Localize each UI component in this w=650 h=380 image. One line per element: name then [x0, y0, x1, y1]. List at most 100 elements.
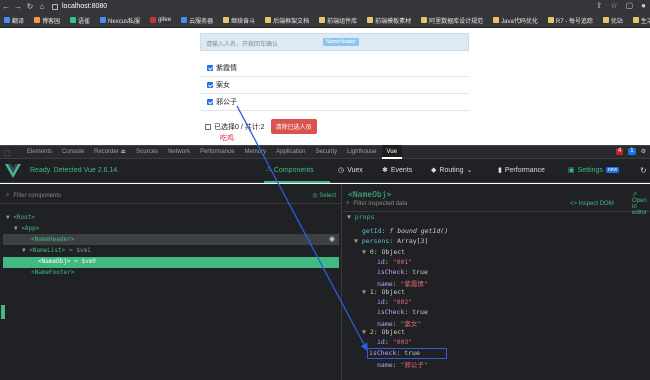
collapse-arrow-icon[interactable]: ▼: [14, 225, 18, 232]
collapse-arrow-icon: ▼: [362, 248, 366, 256]
tab-network[interactable]: Network: [163, 145, 195, 159]
tab-routing[interactable]: ◆ Routing ⌄: [431, 166, 472, 175]
tree-node-app[interactable]: ▼ <App>: [14, 225, 39, 232]
field-value: "案女": [400, 320, 422, 328]
tab-application[interactable]: Application: [271, 145, 310, 159]
tab-memory[interactable]: Memory: [239, 145, 271, 159]
select-all-checkbox[interactable]: [205, 123, 211, 130]
list-item[interactable]: 邪公子: [207, 97, 237, 107]
divider: [200, 93, 469, 94]
tab-routing-label: Routing: [439, 166, 464, 174]
open-in-editor-button[interactable]: ↗ Open in editor: [632, 191, 650, 216]
bookmark-item[interactable]: 继续奋斗: [223, 16, 255, 25]
bookmark-item[interactable]: 生活: [632, 16, 650, 25]
field-id: id: "001": [377, 258, 413, 266]
tab-recorder[interactable]: Recorder ⏏: [89, 145, 131, 159]
bookmark-label: 生活: [640, 18, 650, 25]
tab-elements[interactable]: Elements: [22, 145, 57, 159]
bookmark-item[interactable]: R7 - 每号追踪: [547, 16, 593, 25]
prop-getid[interactable]: getId: f bound getId(): [362, 227, 448, 235]
bookmark-folder-icon: [547, 17, 554, 23]
error-count-badge[interactable]: 4: [615, 148, 624, 155]
list-item[interactable]: 紫霞情: [207, 63, 237, 73]
bookmark-folder-icon: [150, 17, 157, 23]
forward-arrow-icon[interactable]: →: [12, 2, 24, 11]
props-section-header[interactable]: ▼ props: [347, 213, 374, 221]
info-count-badge[interactable]: 1: [628, 148, 636, 155]
tab-events[interactable]: ✱ Events: [382, 166, 412, 175]
filter-inspected-input[interactable]: Filter inspected data: [353, 201, 407, 207]
tab-lighthouse[interactable]: Lighthouse: [342, 145, 381, 159]
prop-persons[interactable]: ▼ persons: Array[3]: [354, 237, 428, 245]
tree-node-namefooter[interactable]: <NameFooter>: [31, 269, 74, 276]
field-ischeck[interactable]: isCheck: true: [377, 268, 428, 276]
bookmark-item[interactable]: gitee: [150, 17, 171, 23]
inspect-dom-button[interactable]: <> Inspect DOM: [570, 201, 614, 207]
component-tree-panel: [0, 184, 342, 380]
tab-console[interactable]: Console: [57, 145, 89, 159]
list-item[interactable]: 案女: [207, 80, 230, 90]
bookmark-item[interactable]: 前端模板素材: [367, 16, 411, 25]
bookmark-item[interactable]: Nexcus私服: [100, 16, 140, 25]
star-icon[interactable]: ☆: [610, 1, 617, 10]
devtools-tabbar: ⬚ Elements Console Recorder ⏏ Sources Ne…: [0, 145, 650, 159]
bookmark-label: gitee: [158, 17, 172, 23]
tree-node-nameheader[interactable]: <NameHeader>: [31, 236, 74, 243]
bookmark-item[interactable]: 阿里数据库设计规范: [421, 16, 483, 25]
bookmark-item[interactable]: 博客园: [34, 16, 60, 25]
settings-gear-icon[interactable]: ⚙: [641, 148, 646, 155]
bookmark-item[interactable]: 优站: [602, 16, 623, 25]
tab-vuex[interactable]: ◷ Vuex: [338, 166, 363, 175]
checkbox[interactable]: [207, 82, 213, 88]
tab-sources[interactable]: Sources: [131, 145, 163, 159]
field-value: "003": [392, 338, 413, 346]
share-icon[interactable]: ⇪: [596, 1, 603, 10]
bookmark-item[interactable]: 前端组件库: [319, 16, 357, 25]
address-bar[interactable]: localhost:8080: [52, 3, 107, 10]
bookmark-item[interactable]: Java代码优化: [493, 16, 538, 25]
tab-components[interactable]: ⛬ Components: [266, 166, 314, 174]
annotation-highlight-box: [367, 348, 447, 359]
array-item[interactable]: ▼ 2: Object: [362, 328, 405, 336]
home-icon[interactable]: ⌂: [36, 2, 48, 11]
tab-settings[interactable]: ▣ Settings new: [568, 166, 620, 174]
collapse-arrow-icon[interactable]: ▼: [22, 247, 26, 254]
name-footer: 已选择0 / 共计:2 清除已选人员: [205, 119, 317, 134]
checkbox[interactable]: [207, 99, 213, 105]
back-arrow-icon[interactable]: ←: [0, 2, 12, 11]
tab-performance-vue[interactable]: ▮ Performance: [498, 166, 545, 175]
tab-performance[interactable]: Performance: [195, 145, 239, 159]
bookmark-item[interactable]: 语雀: [70, 16, 90, 25]
array-item[interactable]: ▼ 1: Object: [362, 288, 405, 296]
vue-ready-status: Ready. Detected Vue 2.6.14.: [30, 167, 120, 174]
collapse-arrow-icon: ▼: [347, 213, 351, 221]
bookmark-item[interactable]: 后端框架文档: [265, 16, 309, 25]
field-ischeck[interactable]: isCheck: true: [377, 308, 428, 316]
tab-security[interactable]: Security: [310, 145, 342, 159]
filter-components-input[interactable]: Filter components: [13, 193, 61, 199]
eye-icon[interactable]: ◉: [329, 235, 335, 243]
bookmark-folder-icon: [367, 17, 374, 23]
array-item[interactable]: ▼ 0: Object: [362, 248, 405, 256]
bookmark-item[interactable]: 翻译: [4, 16, 24, 25]
select-component-button[interactable]: ◎ Select: [312, 192, 336, 199]
inspect-element-icon[interactable]: ⬚: [4, 149, 11, 157]
props-label: props: [354, 213, 375, 221]
bookmark-folder-icon: [319, 17, 326, 23]
collapse-arrow-icon[interactable]: ▼: [6, 214, 10, 221]
tree-node-nameobj[interactable]: <NameObj> = $vm0: [38, 258, 96, 265]
bookmark-item[interactable]: 云服务器: [181, 16, 213, 25]
bookmark-folder-icon: [602, 17, 609, 23]
reload-icon[interactable]: ↻: [24, 2, 36, 11]
tree-node-root[interactable]: ▼ <Root>: [6, 214, 35, 221]
inspect-dom-label: Inspect DOM: [578, 200, 614, 207]
refresh-icon[interactable]: ↻: [640, 166, 647, 175]
clear-selected-button[interactable]: 清除已选人员: [270, 119, 317, 134]
checkbox[interactable]: [207, 65, 213, 71]
tab-vue[interactable]: Vue: [381, 145, 402, 159]
tree-node-namelist[interactable]: ▼ <NameList> = $vm1: [22, 247, 91, 254]
profile-icon[interactable]: ●: [641, 1, 646, 10]
extension-icon[interactable]: ▢: [626, 1, 634, 10]
scroll-marker: [1, 305, 5, 319]
divider: [200, 110, 469, 111]
